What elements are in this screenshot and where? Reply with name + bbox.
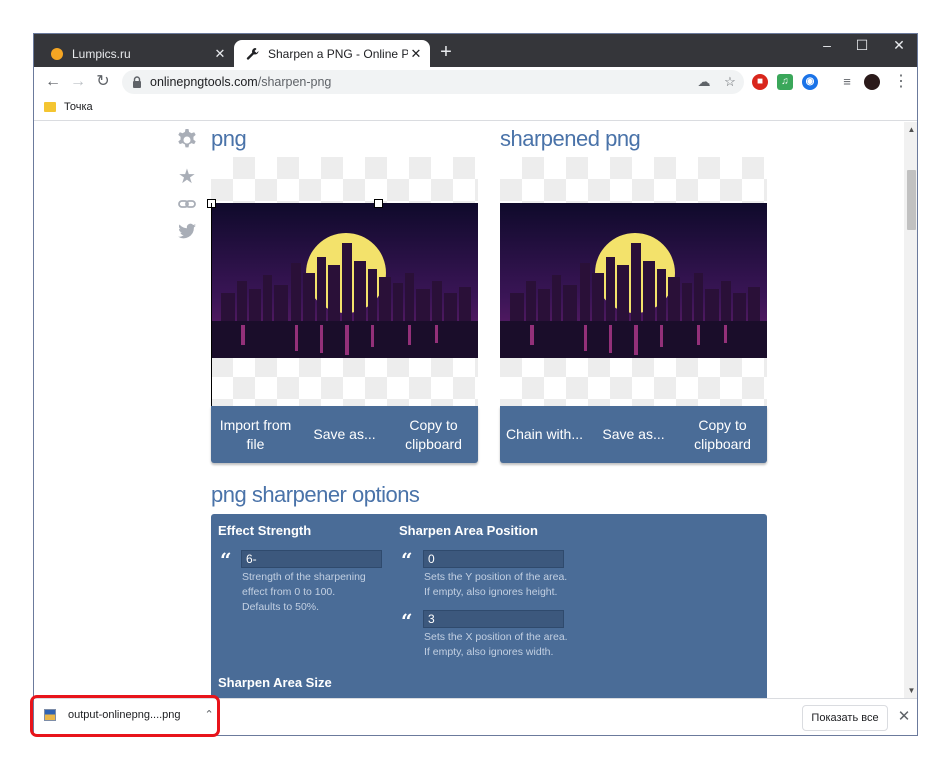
orange-circle-icon xyxy=(50,47,64,61)
maximize-button[interactable]: ☐ xyxy=(842,34,882,58)
menu-dots-icon[interactable]: ⋮ xyxy=(890,71,912,93)
url-text: onlinepngtools.com/sharpen-png xyxy=(150,75,331,89)
save-as-button[interactable]: Save as... xyxy=(589,406,678,463)
close-icon[interactable]: ✕ xyxy=(896,708,912,726)
city-image xyxy=(500,203,767,358)
quote-icon: “ xyxy=(401,548,413,572)
crop-edge xyxy=(211,203,212,406)
avatar[interactable] xyxy=(864,74,880,90)
y-position-input[interactable] xyxy=(423,550,564,568)
show-all-button[interactable]: Показать все xyxy=(802,705,888,731)
crop-handle[interactable] xyxy=(374,199,383,208)
tab-sharpen-png[interactable]: Sharpen a PNG - Online PNG Too ✕ xyxy=(234,40,430,67)
translate-icon[interactable]: ☁ xyxy=(696,74,712,90)
output-button-bar: Chain with... Save as... Copy to clipboa… xyxy=(500,406,767,463)
desc-line: Defaults to 50%. xyxy=(242,601,320,613)
browser-window: Lumpics.ru ✕ Sharpen a PNG - Online PNG … xyxy=(33,33,918,736)
desc-line: If empty, also ignores width. xyxy=(424,646,554,658)
bookmarks-bar: Точка xyxy=(34,97,917,121)
import-from-file-button[interactable]: Import from file xyxy=(211,406,300,463)
desc-line: If empty, also ignores height. xyxy=(424,586,558,598)
x-position-input[interactable] xyxy=(423,610,564,628)
lock-icon xyxy=(133,76,141,88)
effect-strength-desc: Strength of the sharpening effect from 0… xyxy=(242,570,366,615)
tab-strip: Lumpics.ru ✕ Sharpen a PNG - Online PNG … xyxy=(34,34,917,67)
url-host: onlinepngtools.com xyxy=(150,75,258,89)
reload-icon[interactable]: ↻ xyxy=(92,71,114,93)
browser-toolbar: ← → ↻ onlinepngtools.com/sharpen-png ☁ ☆… xyxy=(34,67,917,97)
y-position-desc: Sets the Y position of the area. If empt… xyxy=(424,570,567,600)
forward-icon[interactable]: → xyxy=(67,71,89,93)
twitter-icon[interactable] xyxy=(175,219,199,243)
back-icon[interactable]: ← xyxy=(42,71,64,93)
page-viewport: ★ png Import from file Save as... Copy t… xyxy=(34,122,904,698)
desc-line: Strength of the sharpening xyxy=(242,571,366,583)
input-panel-title: png xyxy=(211,126,247,151)
folder-icon xyxy=(44,102,56,112)
bookmark-tochka[interactable]: Точка xyxy=(44,101,93,113)
gear-icon[interactable] xyxy=(175,128,199,152)
adblock-icon[interactable]: ■ xyxy=(752,74,768,90)
tab-close-icon[interactable]: ✕ xyxy=(408,46,424,62)
effect-strength-input[interactable] xyxy=(241,550,382,568)
page-scrollbar[interactable]: ▲ ▼ xyxy=(904,122,917,698)
media-control-icon[interactable]: ≡ xyxy=(836,71,858,93)
desc-line: effect from 0 to 100. xyxy=(242,586,336,598)
output-panel-title: sharpened png xyxy=(500,126,641,151)
tab-lumpics[interactable]: Lumpics.ru ✕ xyxy=(38,40,234,67)
scroll-thumb[interactable] xyxy=(907,170,916,230)
chain-with-button[interactable]: Chain with... xyxy=(500,406,589,463)
output-image-area[interactable] xyxy=(500,157,767,406)
tab-title: Sharpen a PNG - Online PNG Too xyxy=(268,46,408,61)
sharpen-area-size-label: Sharpen Area Size xyxy=(218,675,332,690)
x-position-desc: Sets the X position of the area. If empt… xyxy=(424,630,568,660)
options-title: png sharpener options xyxy=(211,482,420,507)
scroll-up-icon[interactable]: ▲ xyxy=(904,122,917,137)
tab-close-icon[interactable]: ✕ xyxy=(212,46,228,62)
quote-icon: “ xyxy=(220,548,232,572)
desc-line: Sets the Y position of the area. xyxy=(424,571,568,583)
highlight-annotation xyxy=(30,695,220,737)
scroll-down-icon[interactable]: ▼ xyxy=(904,683,917,698)
url-path: /sharpen-png xyxy=(257,75,332,89)
copy-to-clipboard-button[interactable]: Copy to clipboard xyxy=(389,406,478,463)
bookmark-label: Точка xyxy=(64,101,93,113)
link-icon[interactable] xyxy=(175,192,199,216)
save-as-button[interactable]: Save as... xyxy=(300,406,389,463)
copy-to-clipboard-button[interactable]: Copy to clipboard xyxy=(678,406,767,463)
effect-strength-label: Effect Strength xyxy=(218,523,312,538)
star-icon[interactable]: ★ xyxy=(175,165,199,189)
address-bar[interactable]: onlinepngtools.com/sharpen-png ☁ ☆ xyxy=(122,70,744,94)
star-icon[interactable]: ☆ xyxy=(722,74,738,90)
input-image-area[interactable] xyxy=(207,157,478,406)
options-panel: Effect Strength “ Strength of the sharpe… xyxy=(211,514,767,698)
city-image xyxy=(211,203,478,358)
desc-line: Sets the X position of the area. xyxy=(424,631,568,643)
sharpen-area-position-label: Sharpen Area Position xyxy=(399,523,538,538)
quote-icon: “ xyxy=(401,609,413,633)
new-tab-button[interactable]: + xyxy=(436,42,456,62)
input-button-bar: Import from file Save as... Copy to clip… xyxy=(211,406,478,463)
close-window-button[interactable]: ✕ xyxy=(879,34,917,58)
wrench-icon xyxy=(246,47,260,61)
globe-extension-icon[interactable]: ◉ xyxy=(802,74,818,90)
minimize-button[interactable]: – xyxy=(807,34,847,58)
tab-title: Lumpics.ru xyxy=(72,46,131,61)
music-extension-icon[interactable]: ♫ xyxy=(777,74,793,90)
